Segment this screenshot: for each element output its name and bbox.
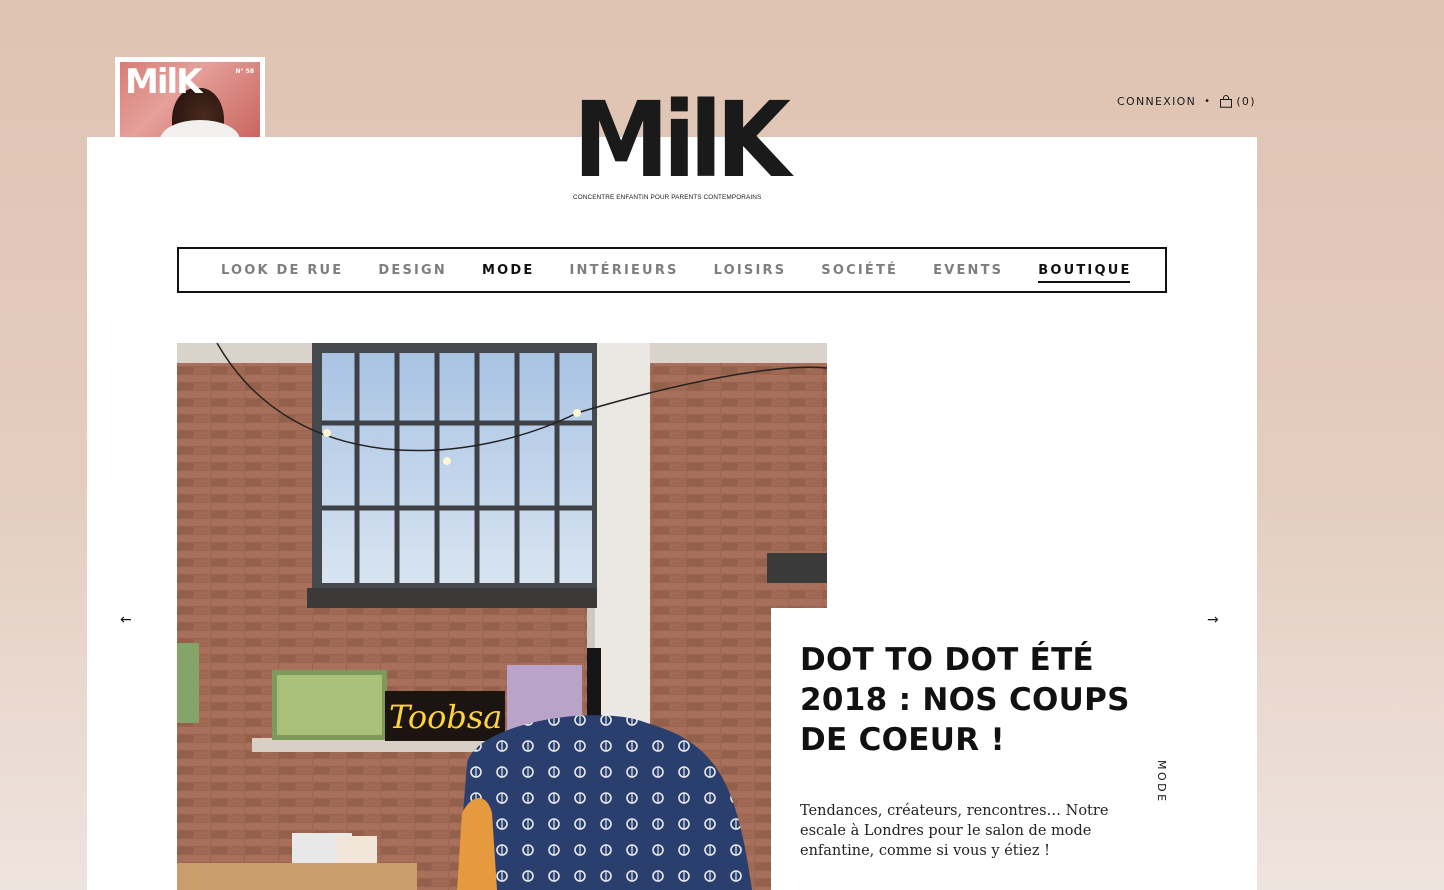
nav-item-design[interactable]: DESIGN [378,263,447,278]
nav-item-events[interactable]: EVENTS [933,263,1003,278]
nav-item-look-de-rue[interactable]: LOOK DE RUE [221,263,343,278]
nav-item-societe[interactable]: SOCIÉTÉ [821,263,898,278]
magazine-cover[interactable]: MilK N° 58 [115,57,265,137]
article-title[interactable]: DOT TO DOT ÉTÉ 2018 : NOS COUPS DE COEUR… [800,640,1160,760]
shopping-bag-icon [1220,94,1233,108]
account-bar: CONNEXION • (0) [1117,93,1256,109]
hero-image[interactable]: Toobsa [177,343,827,890]
article-panel[interactable]: DOT TO DOT ÉTÉ 2018 : NOS COUPS DE COEUR… [771,608,1191,890]
separator: • [1204,95,1212,107]
main-navigation: LOOK DE RUE DESIGN MODE INTÉRIEURS LOISI… [177,247,1167,293]
cart-link[interactable]: (0) [1219,95,1255,108]
logo-wordmark: MilK [573,79,791,201]
article-excerpt: Tendances, créateurs, rencontres… Notre … [800,803,1109,859]
cover-issue-number: N° 58 [235,68,254,75]
article-category[interactable]: MODE [1155,760,1168,804]
neon-sign: Toobsa [389,698,502,736]
nav-item-loisirs[interactable]: LOISIRS [714,263,787,278]
nav-item-boutique[interactable]: BOUTIQUE [1038,263,1131,283]
hero-photo: Toobsa [177,343,827,890]
nav-item-interieurs[interactable]: INTÉRIEURS [569,263,678,278]
nav-item-mode[interactable]: MODE [482,263,534,278]
site-logo[interactable]: MilK CONCENTRE ENFANTIN POUR PARENTS CON… [573,79,791,206]
cover-logo: MilK [125,62,202,102]
login-link[interactable]: CONNEXION [1117,95,1196,108]
slider-next-arrow[interactable]: → [1207,612,1219,628]
magazine-cover-image: MilK N° 58 [120,62,260,137]
cart-count: (0) [1236,94,1256,108]
slider-prev-arrow[interactable]: ← [120,612,132,628]
